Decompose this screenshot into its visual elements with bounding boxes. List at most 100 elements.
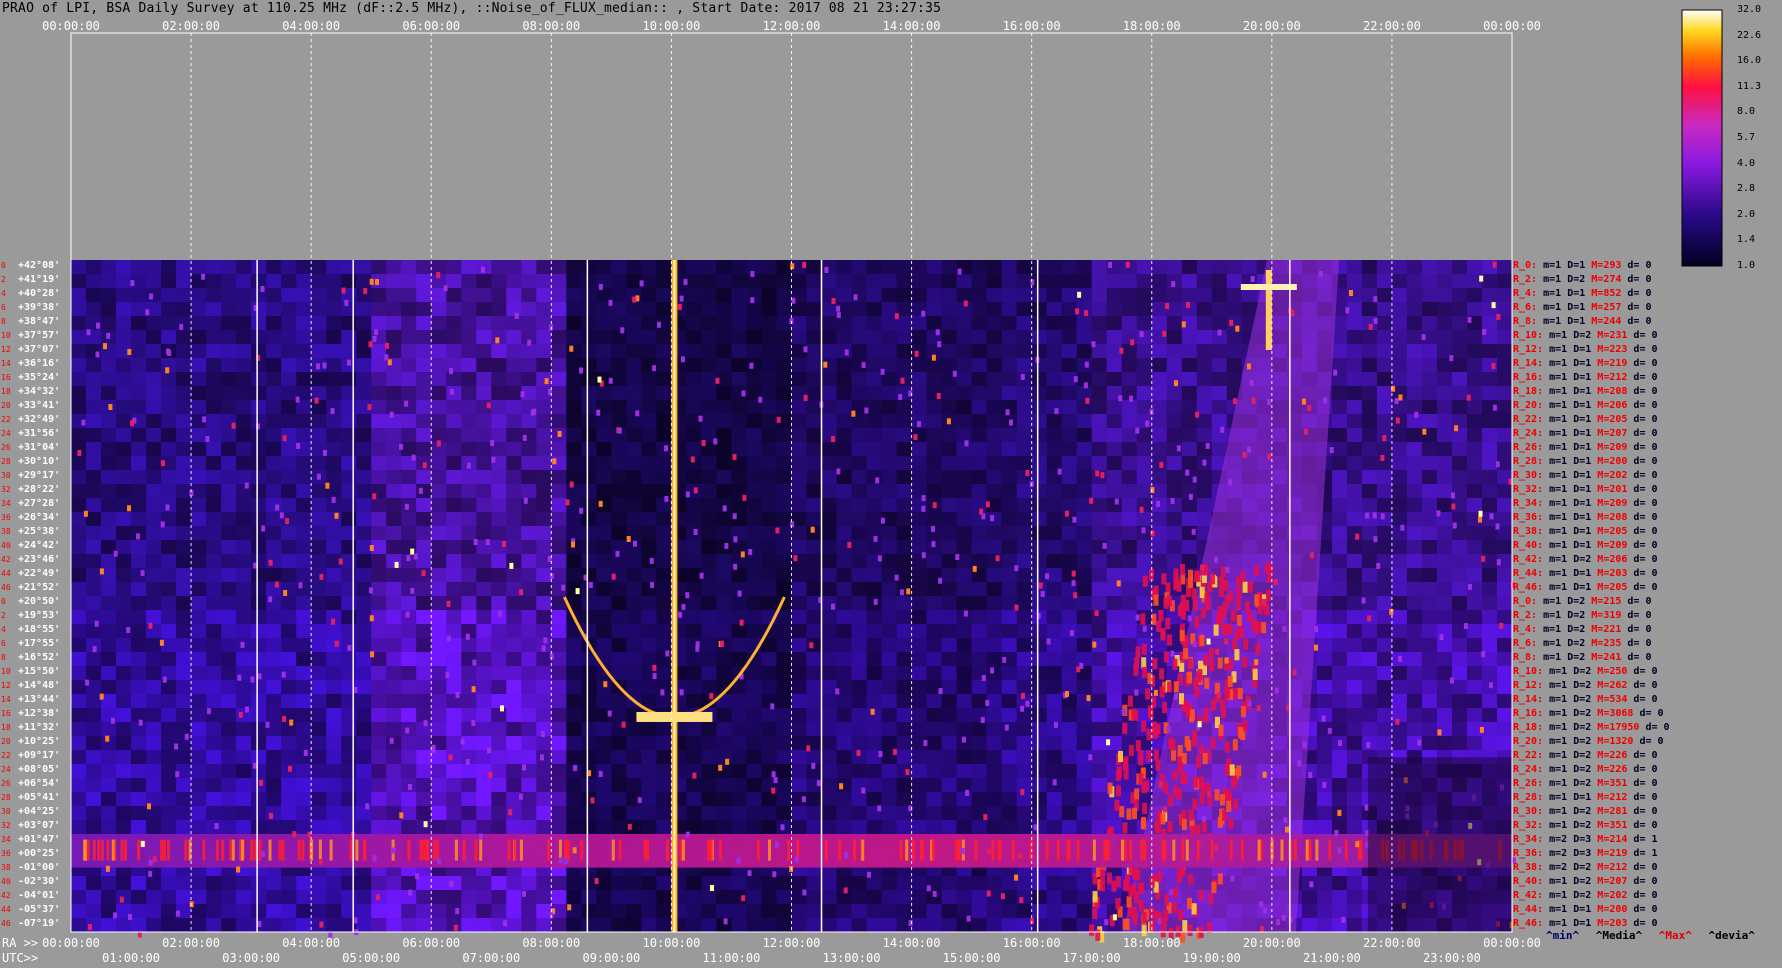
row-index: 8 [1, 653, 6, 662]
declination-label: +01°47' [18, 834, 61, 845]
declination-label: +37°57' [18, 330, 61, 341]
declination-label: +12°38' [18, 708, 61, 719]
declination-label: +04°25' [18, 806, 61, 817]
declination-label: +32°49' [18, 414, 61, 425]
colorbar [1681, 9, 1723, 267]
ray-stat-row: R_10: m=1 D=2 M=250 d= 0 [1513, 666, 1658, 677]
ray-stat-row: R_16: m=1 D=2 M=3068 d= 0 [1513, 708, 1664, 719]
declination-label: +33°41' [18, 400, 61, 411]
ray-stat-row: R_34: m=2 D=3 M=214 d= 1 [1513, 834, 1658, 845]
ray-stat-row: R_26: m=1 D=1 M=209 d= 0 [1513, 442, 1658, 453]
row-index: 34 [1, 835, 11, 844]
declination-label: +29°17' [18, 470, 61, 481]
utc-tick: 13:00:00 [822, 951, 881, 965]
colorbar-label: 4.0 [1737, 157, 1756, 169]
colorbar-label: 2.0 [1737, 208, 1756, 220]
top-source-flare [1240, 284, 1297, 290]
declination-label: +16°52' [18, 652, 61, 663]
ray-stat-row: R_6: m=1 D=1 M=257 d= 0 [1513, 302, 1652, 313]
declination-label: +41°19' [18, 274, 61, 285]
declination-label: +14°48' [18, 680, 61, 691]
row-index: 12 [1, 345, 11, 354]
ray-stat-row: R_18: m=1 D=2 M=17950 d= 0 [1513, 722, 1670, 733]
colorbar-label: 2.8 [1737, 183, 1756, 195]
colorbar-label: 32.0 [1737, 4, 1762, 15]
ra-tick: 16:00:00 [1002, 936, 1061, 950]
row-index: 42 [1, 555, 11, 564]
row-index: 10 [1, 331, 11, 340]
ray-stat-row: R_32: m=1 D=1 M=201 d= 0 [1513, 484, 1658, 495]
declination-label: +30°10' [18, 456, 61, 467]
ray-stat-row: R_20: m=1 D=1 M=206 d= 0 [1513, 400, 1658, 411]
utc-axis-label: UTC>> [2, 951, 39, 965]
row-index: 22 [1, 751, 11, 760]
row-index: 36 [1, 513, 11, 522]
legend-max: ^Max^ [1658, 929, 1692, 942]
declination-label: +35°24' [18, 372, 61, 383]
ray-stat-row: R_0: m=1 D=1 M=293 d= 0 [1513, 260, 1652, 271]
row-index: 32 [1, 821, 11, 830]
ray-stat-row: R_14: m=1 D=2 M=534 d= 0 [1513, 694, 1658, 705]
utc-tick: 05:00:00 [342, 951, 401, 965]
declination-label: +03°07' [18, 820, 61, 831]
row-index: 40 [1, 541, 11, 550]
row-index: 46 [1, 919, 11, 928]
declination-label: +21°52' [18, 582, 61, 593]
declination-label: -01°00' [18, 862, 61, 873]
ray-stat-row: R_20: m=1 D=2 M=1320 d= 0 [1513, 736, 1664, 747]
legend-median: ^Media^ [1595, 929, 1643, 942]
utc-tick: 03:00:00 [222, 951, 281, 965]
row-index: 40 [1, 877, 11, 886]
utc-tick: 07:00:00 [462, 951, 521, 965]
row-index: 0 [1, 597, 6, 606]
declination-label: -07°19' [18, 918, 61, 929]
declination-label: +10°25' [18, 736, 61, 747]
colorbar-label: 1.4 [1737, 234, 1756, 246]
colorbar-label: 5.7 [1737, 132, 1756, 143]
declination-label: +36°16' [18, 358, 61, 369]
ray-stat-row: R_0: m=1 D=2 M=215 d= 0 [1513, 596, 1652, 607]
ra-tick: 08:00:00 [522, 936, 581, 950]
declination-label: +06°54' [18, 778, 61, 789]
ray-stat-row: R_46: m=1 D=1 M=205 d= 0 [1513, 582, 1658, 593]
row-index: 2 [1, 611, 6, 620]
row-index: 18 [1, 387, 11, 396]
utc-tick: 01:00:00 [102, 951, 160, 965]
colorbar-label: 22.6 [1737, 29, 1762, 41]
top-source-stripe [1265, 270, 1272, 350]
row-index: 16 [1, 373, 11, 382]
ray-stat-row: R_38: m=2 D=2 M=212 d= 0 [1513, 862, 1658, 873]
row-index: 44 [1, 569, 11, 578]
colorbar-label: 16.0 [1737, 55, 1762, 67]
declination-label: +19°53' [18, 610, 61, 621]
ra-axis-label: RA >> [2, 936, 39, 950]
declination-label: +28°22' [18, 484, 61, 495]
stats-legend: ^min^ ^Media^ ^Max^ ^devia^ [1546, 929, 1765, 942]
row-index: 26 [1, 779, 11, 788]
ray-stat-row: R_22: m=1 D=2 M=226 d= 0 [1513, 750, 1658, 761]
row-index: 12 [1, 681, 11, 690]
colorbar-label: 11.3 [1737, 80, 1762, 92]
ray-stat-row: R_36: m=2 D=3 M=219 d= 1 [1513, 848, 1658, 859]
row-index: 32 [1, 485, 11, 494]
declination-label: +26°34' [18, 512, 61, 523]
utc-tick: 11:00:00 [702, 951, 761, 965]
utc-tick: 19:00:00 [1182, 951, 1241, 965]
utc-tick: 23:00:00 [1423, 951, 1481, 965]
ra-tick: 04:00:00 [282, 936, 341, 950]
declination-label: +00°25' [18, 848, 61, 859]
declination-label: +40°28' [18, 288, 61, 299]
declination-label: +20°50' [18, 596, 61, 607]
row-index: 30 [1, 471, 11, 480]
row-index: 6 [1, 303, 6, 312]
row-index: 20 [1, 737, 11, 746]
row-index: 38 [1, 863, 11, 872]
utc-tick: 21:00:00 [1302, 951, 1361, 965]
ray-stat-row: R_2: m=1 D=2 M=319 d= 0 [1513, 610, 1652, 621]
row-index: 8 [1, 317, 6, 326]
declination-label: +38°47' [18, 316, 61, 327]
row-index: 14 [1, 695, 11, 704]
declination-label: +37°07' [18, 344, 61, 355]
declination-label: -04°01' [18, 890, 61, 901]
ray-stat-row: R_40: m=1 D=1 M=209 d= 0 [1513, 540, 1658, 551]
